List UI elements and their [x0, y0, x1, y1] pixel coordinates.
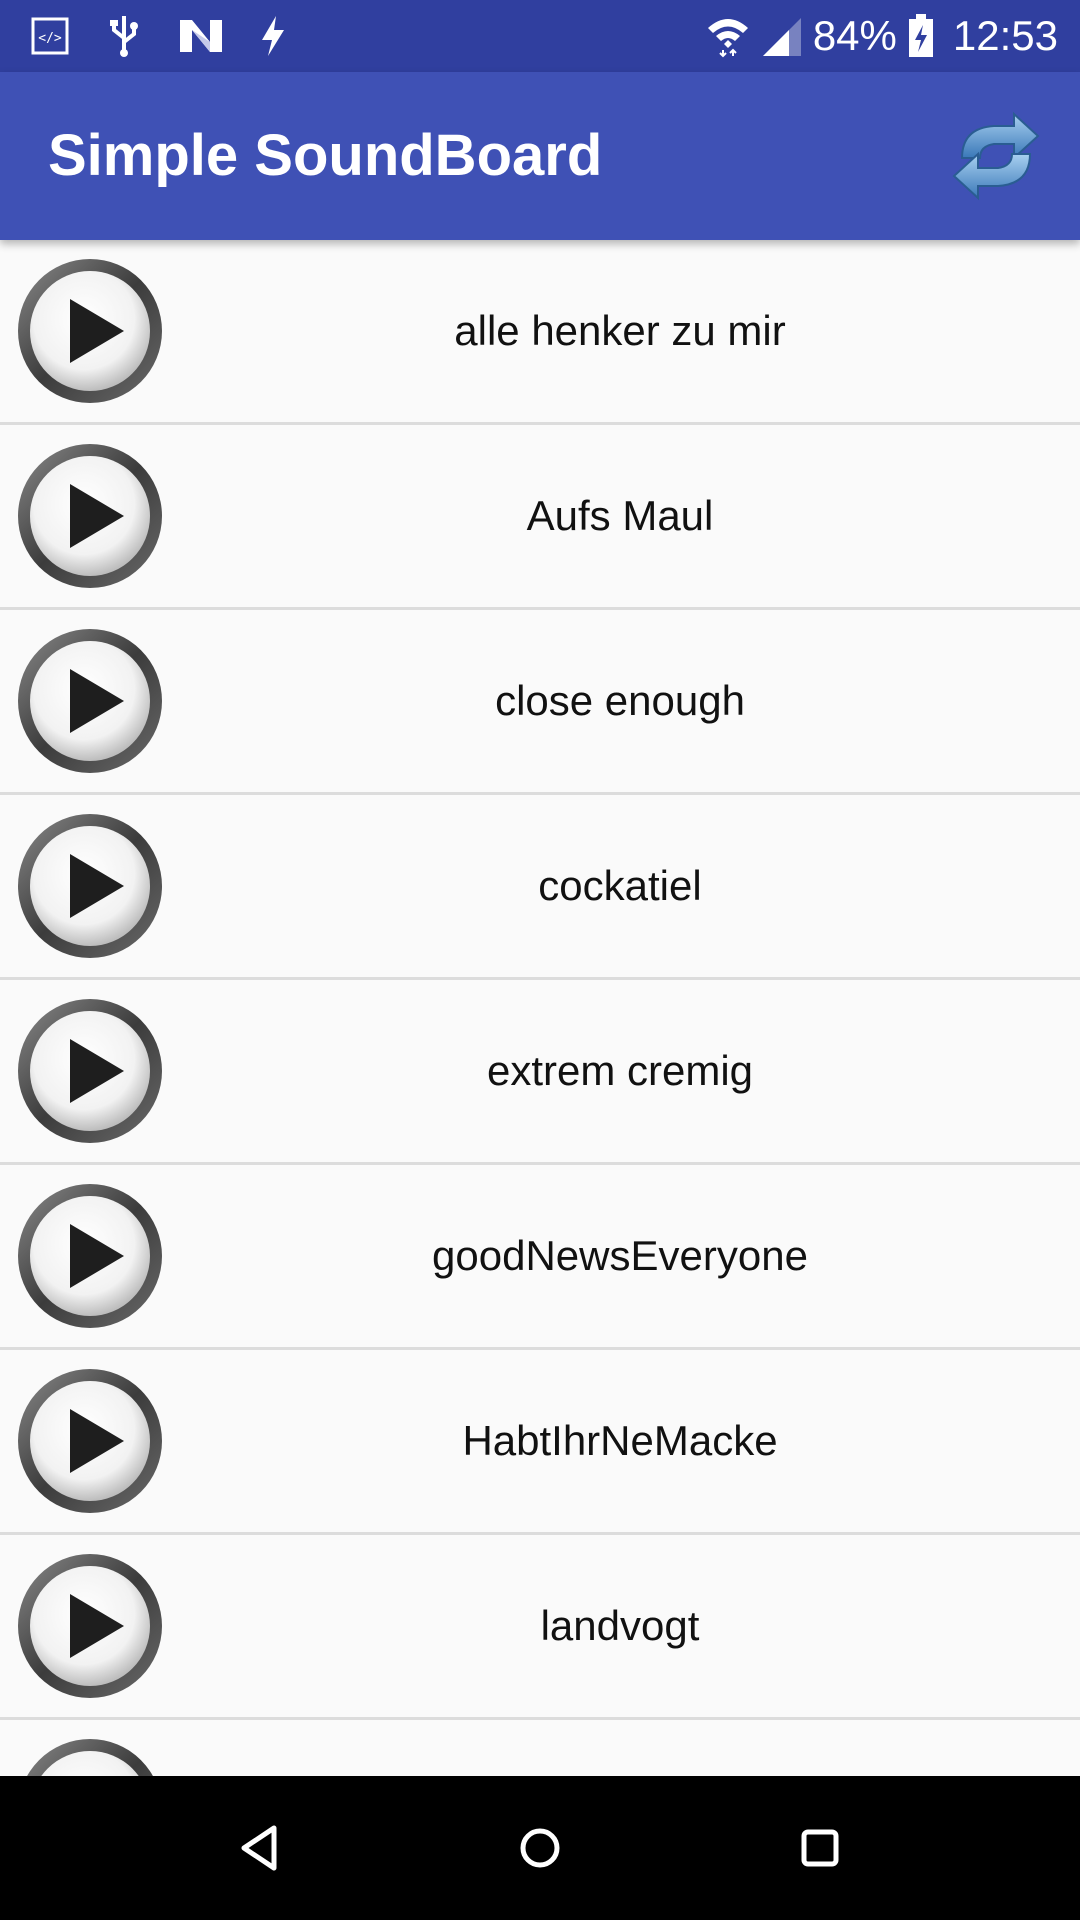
play-icon	[18, 1554, 162, 1698]
battery-charging-icon	[908, 14, 933, 57]
n-icon	[180, 20, 222, 52]
play-button[interactable]	[14, 1550, 166, 1702]
navigation-bar	[0, 1776, 1080, 1920]
battery-percent: 84%	[812, 12, 897, 59]
play-button[interactable]	[14, 625, 166, 777]
app-bar: Simple SoundBoard	[0, 72, 1080, 240]
play-button[interactable]	[14, 1365, 166, 1517]
play-icon	[18, 444, 162, 588]
status-bar: </> 84% 12:53	[0, 0, 1080, 72]
app-title: Simple SoundBoard	[48, 123, 603, 188]
play-button[interactable]	[14, 440, 166, 592]
sound-row[interactable]: Aufs Maul	[0, 425, 1080, 610]
sound-row[interactable]: alle henker zu mir	[0, 240, 1080, 425]
sound-label: Aufs Maul	[526, 492, 714, 539]
code-icon: </>	[31, 17, 69, 55]
notification-icons: </>	[30, 0, 288, 72]
sound-row[interactable]: HabtIhrNeMacke	[0, 1350, 1080, 1535]
sound-row[interactable]	[0, 1720, 1080, 1776]
sound-row[interactable]: close enough	[0, 610, 1080, 795]
play-button[interactable]	[14, 1180, 166, 1332]
refresh-button[interactable]	[948, 108, 1044, 204]
system-icons: 84% 12:53	[705, 0, 1058, 72]
signal-icon	[762, 18, 801, 56]
play-icon	[27, 1739, 153, 1776]
play-button[interactable]	[14, 995, 166, 1147]
recents-icon	[801, 1829, 839, 1867]
play-icon	[18, 999, 162, 1143]
sound-label: close enough	[495, 677, 745, 724]
sound-row[interactable]: extrem cremig	[0, 980, 1080, 1165]
sound-label: extrem cremig	[486, 1047, 754, 1094]
refresh-icon	[952, 111, 1040, 201]
sound-label: cockatiel	[538, 862, 702, 909]
clock: 12:53	[952, 12, 1058, 59]
play-button[interactable]	[14, 810, 166, 962]
sound-row[interactable]: cockatiel	[0, 795, 1080, 980]
recents-button[interactable]	[790, 1818, 850, 1878]
wifi-icon	[707, 19, 748, 58]
play-icon	[18, 259, 162, 403]
home-icon	[520, 1828, 560, 1868]
sound-row[interactable]: goodNewsEveryone	[0, 1165, 1080, 1350]
play-button[interactable]	[14, 1735, 166, 1776]
flash-icon	[262, 16, 284, 56]
back-button[interactable]	[230, 1818, 290, 1878]
sound-list[interactable]: alle henker zu mir Aufs Maul close enough c…	[0, 240, 1080, 1776]
play-icon	[18, 1369, 162, 1513]
sound-label: HabtIhrNeMacke	[462, 1417, 778, 1464]
sound-row[interactable]: landvogt	[0, 1535, 1080, 1720]
play-button[interactable]	[14, 255, 166, 407]
sound-label: alle henker zu mir	[454, 307, 786, 354]
play-icon	[18, 629, 162, 773]
home-button[interactable]	[510, 1818, 570, 1878]
sound-label	[160, 1720, 1080, 1776]
play-icon	[18, 1184, 162, 1328]
play-icon	[18, 814, 162, 958]
usb-icon	[110, 16, 138, 57]
svg-text:</>: </>	[38, 31, 62, 46]
sound-label: landvogt	[540, 1602, 700, 1649]
sound-label: goodNewsEveryone	[432, 1232, 808, 1279]
back-icon	[241, 1825, 277, 1871]
